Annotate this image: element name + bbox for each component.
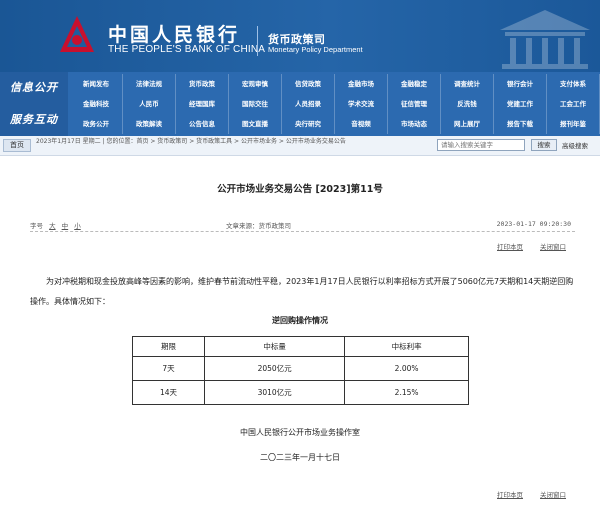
page-title: 公开市场业务交易公告 [2023]第11号 bbox=[217, 184, 383, 195]
nav-item-report-download[interactable]: 报告下载 bbox=[494, 114, 547, 134]
brand-name-en: THE PEOPLE'S BANK OF CHINA bbox=[108, 44, 266, 55]
article-body: 为对冲税期和现金投放高峰等因素的影响，维护春节前流动性平稳，2023年1月17日… bbox=[30, 277, 574, 306]
header-divider bbox=[257, 26, 258, 56]
nav-item-live[interactable]: 图文直播 bbox=[229, 114, 282, 134]
nav-item-research[interactable]: 央行研究 bbox=[282, 114, 335, 134]
nav-item-accounting[interactable]: 银行会计 bbox=[494, 74, 547, 94]
nav-item-credit-reference[interactable]: 征信管理 bbox=[388, 94, 441, 114]
bank-building-icon bbox=[500, 10, 590, 69]
nav-grid: 新闻发布 法律法规 货币政策 宏观审慎 信贷政策 金融市场 金融稳定 调查统计 … bbox=[70, 74, 600, 134]
print-link-top[interactable]: 打印本页 bbox=[497, 241, 523, 251]
main-nav: 信息公开 服务互动 新闻发布 法律法规 货币政策 宏观审慎 信贷政策 金融市场 … bbox=[0, 72, 600, 136]
table-cell: 2050亿元 bbox=[204, 356, 346, 381]
nav-item-treasury[interactable]: 经理国库 bbox=[176, 94, 229, 114]
table-header: 期限 bbox=[131, 336, 206, 357]
nav-item-financial-market[interactable]: 金融市场 bbox=[335, 74, 388, 94]
nav-item-laws[interactable]: 法律法规 bbox=[123, 74, 176, 94]
article-meta: 字号 大 中 小 文章来源：货币政策司 2023-01-17 09:20:30 bbox=[30, 214, 575, 232]
font-size-label: 字号 bbox=[30, 222, 43, 230]
nav-item-online-exhibit[interactable]: 网上展厅 bbox=[441, 114, 494, 134]
nav-item-academic[interactable]: 学术交流 bbox=[335, 94, 388, 114]
search-button[interactable]: 搜索 bbox=[531, 139, 557, 151]
nav-item-payment[interactable]: 支付体系 bbox=[547, 74, 600, 94]
nav-item-credit-policy[interactable]: 信贷政策 bbox=[282, 74, 335, 94]
nav-item-macroprudential[interactable]: 宏观审慎 bbox=[229, 74, 282, 94]
reverse-repo-table: 期限 中标量 中标利率 7天 2050亿元 2.00% 14天 3010亿元 2… bbox=[131, 336, 469, 405]
font-size-control: 字号 大 中 小 bbox=[30, 220, 81, 230]
pboc-logo-icon bbox=[60, 16, 94, 52]
nav-item-news[interactable]: 新闻发布 bbox=[70, 74, 123, 94]
table-row: 7天 2050亿元 2.00% bbox=[131, 356, 469, 381]
issue-date: 二〇二三年一月十七日 bbox=[260, 453, 340, 462]
table-cell: 7天 bbox=[131, 356, 206, 381]
font-size-medium[interactable]: 中 bbox=[62, 222, 69, 230]
issuing-office: 中国人民银行公开市场业务操作室 bbox=[240, 428, 360, 437]
nav-item-party-building[interactable]: 党建工作 bbox=[494, 94, 547, 114]
table-caption: 逆回购操作情况 bbox=[272, 316, 328, 325]
breadcrumb-bar: 首页 2023年1月17日 星期二 | 您的位置：首页 > 货币政策司 > 货币… bbox=[0, 136, 600, 156]
table-header-row: 期限 中标量 中标利率 bbox=[131, 336, 469, 357]
nav-item-monetary-policy[interactable]: 货币政策 bbox=[176, 74, 229, 94]
font-size-large[interactable]: 大 bbox=[49, 222, 56, 230]
nav-item-policy-interpretation[interactable]: 政策解读 bbox=[123, 114, 176, 134]
nav-item-aml[interactable]: 反洗钱 bbox=[441, 94, 494, 114]
table-header: 中标利率 bbox=[344, 336, 469, 357]
department-name-en: Monetary Policy Department bbox=[268, 45, 363, 54]
close-link-top[interactable]: 关闭窗口 bbox=[540, 241, 566, 251]
nav-item-fintech[interactable]: 金融科技 bbox=[70, 94, 123, 114]
nav-item-statistics[interactable]: 调查统计 bbox=[441, 74, 494, 94]
nav-item-recruitment[interactable]: 人员招录 bbox=[282, 94, 335, 114]
table-cell: 2.15% bbox=[344, 380, 469, 405]
close-link-bottom[interactable]: 关闭窗口 bbox=[540, 489, 566, 499]
nav-item-announcements[interactable]: 公告信息 bbox=[176, 114, 229, 134]
advanced-search-link[interactable]: 高级搜索 bbox=[562, 140, 588, 150]
article-source: 文章来源：货币政策司 bbox=[226, 222, 291, 230]
nav-section-info: 信息公开 bbox=[0, 72, 68, 104]
article-datetime: 2023-01-17 09:20:30 bbox=[496, 220, 571, 228]
nav-item-av[interactable]: 音视频 bbox=[335, 114, 388, 134]
nav-item-international[interactable]: 国际交往 bbox=[229, 94, 282, 114]
nav-section-service: 服务互动 bbox=[0, 104, 68, 136]
table-cell: 3010亿元 bbox=[204, 380, 346, 405]
nav-item-government-affairs[interactable]: 政务公开 bbox=[70, 114, 123, 134]
breadcrumb: 2023年1月17日 星期二 | 您的位置：首页 > 货币政策司 > 货币政策工… bbox=[36, 138, 346, 145]
nav-item-financial-stability[interactable]: 金融稳定 bbox=[388, 74, 441, 94]
site-header: 中国人民银行 THE PEOPLE'S BANK OF CHINA 货币政策司 … bbox=[0, 0, 600, 72]
table-cell: 2.00% bbox=[344, 356, 469, 381]
nav-item-union[interactable]: 工会工作 bbox=[547, 94, 600, 114]
nav-item-rmb[interactable]: 人民币 bbox=[123, 94, 176, 114]
page: 中国人民银行 THE PEOPLE'S BANK OF CHINA 货币政策司 … bbox=[0, 0, 600, 514]
nav-item-market-news[interactable]: 市场动态 bbox=[388, 114, 441, 134]
print-link-bottom[interactable]: 打印本页 bbox=[497, 489, 523, 499]
search-input[interactable] bbox=[437, 139, 525, 151]
table-row: 14天 3010亿元 2.15% bbox=[131, 380, 469, 405]
home-tab[interactable]: 首页 bbox=[3, 139, 31, 152]
brand-name-cn: 中国人民银行 bbox=[108, 24, 241, 46]
table-cell: 14天 bbox=[131, 380, 206, 405]
nav-item-yearbook[interactable]: 报刊年鉴 bbox=[547, 114, 600, 134]
font-size-small[interactable]: 小 bbox=[74, 222, 81, 230]
table-header: 中标量 bbox=[204, 336, 346, 357]
